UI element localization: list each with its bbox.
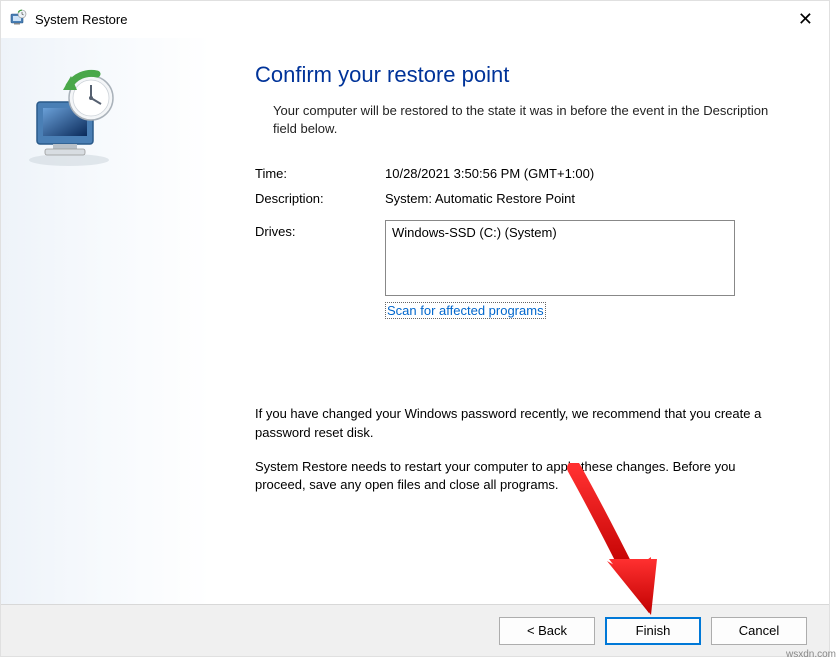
password-note: If you have changed your Windows passwor…: [255, 405, 785, 441]
cancel-button[interactable]: Cancel: [711, 617, 807, 645]
scan-affected-programs-link[interactable]: Scan for affected programs: [385, 302, 546, 319]
drives-row: Drives: Windows-SSD (C:) (System): [255, 220, 785, 296]
description-value: System: Automatic Restore Point: [385, 191, 575, 206]
drives-label: Drives:: [255, 220, 385, 296]
page-heading: Confirm your restore point: [255, 62, 785, 88]
drives-listbox[interactable]: Windows-SSD (C:) (System): [385, 220, 735, 296]
titlebar: System Restore ✕: [1, 1, 829, 38]
close-button[interactable]: ✕: [792, 7, 819, 32]
system-restore-window: System Restore ✕: [0, 0, 830, 657]
restart-note: System Restore needs to restart your com…: [255, 458, 785, 494]
content-pane: Confirm your restore point Your computer…: [211, 38, 829, 606]
time-label: Time:: [255, 166, 385, 181]
system-restore-illustration-icon: [19, 156, 124, 171]
time-value: 10/28/2021 3:50:56 PM (GMT+1:00): [385, 166, 594, 181]
description-label: Description:: [255, 191, 385, 206]
watermark: wsxdn.com: [786, 649, 836, 660]
wizard-footer: < Back Finish Cancel: [1, 604, 829, 656]
back-button[interactable]: < Back: [499, 617, 595, 645]
titlebar-left: System Restore: [9, 9, 127, 30]
time-row: Time: 10/28/2021 3:50:56 PM (GMT+1:00): [255, 166, 785, 181]
drives-item: Windows-SSD (C:) (System): [392, 225, 557, 240]
sidebar: [1, 38, 211, 606]
finish-button[interactable]: Finish: [605, 617, 701, 645]
notes-section: If you have changed your Windows passwor…: [255, 405, 785, 494]
page-subheading: Your computer will be restored to the st…: [255, 102, 785, 138]
window-body: Confirm your restore point Your computer…: [1, 38, 829, 606]
system-restore-icon: [9, 9, 27, 30]
description-row: Description: System: Automatic Restore P…: [255, 191, 785, 206]
window-title: System Restore: [35, 12, 127, 27]
